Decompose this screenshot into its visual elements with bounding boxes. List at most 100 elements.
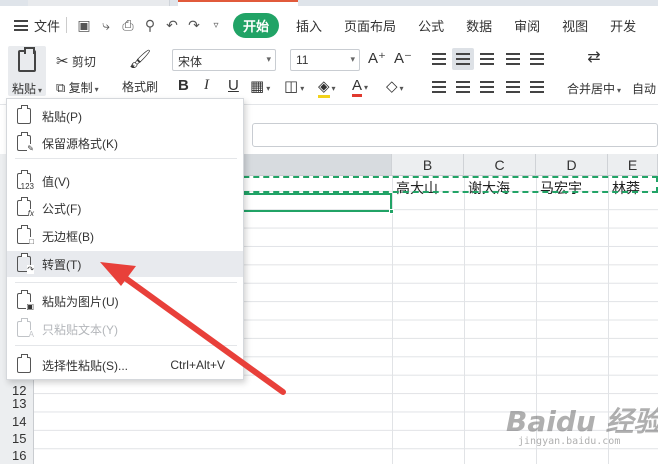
- undo-icon[interactable]: ↶: [161, 17, 183, 34]
- paste-values-icon: 123: [17, 170, 34, 191]
- print-icon[interactable]: ⎙: [117, 17, 139, 34]
- cut-button[interactable]: ✂ 剪切: [56, 52, 96, 70]
- menu-item-paste[interactable]: 粘贴(P): [7, 103, 243, 129]
- justify-icon[interactable]: [502, 76, 524, 98]
- strikethrough-icon[interactable]: ◫ ▾: [284, 77, 304, 95]
- align-right-icon[interactable]: [476, 76, 498, 98]
- menu-item-label: 无边框(B): [42, 229, 94, 244]
- row-header-13[interactable]: 13: [0, 396, 34, 411]
- menu-item-label: 保留源格式(K): [42, 136, 118, 151]
- formula-input[interactable]: [252, 123, 658, 147]
- font-name-value: 宋体: [178, 55, 203, 69]
- align-middle-icon[interactable]: [452, 48, 474, 70]
- redo-icon[interactable]: ↷: [183, 17, 205, 34]
- menu-item-label: 粘贴(P): [42, 109, 82, 124]
- paste-icon: [17, 105, 31, 124]
- fill-color-icon[interactable]: ◈ ▾: [318, 77, 336, 98]
- tab-data[interactable]: 数据: [455, 16, 503, 35]
- merge-icon: ⇄: [587, 49, 601, 66]
- menu-divider: [15, 345, 237, 346]
- menu-item-formulas[interactable]: fx 公式(F): [7, 195, 243, 221]
- save-icon[interactable]: ▣: [73, 17, 95, 34]
- align-top-icon[interactable]: [428, 48, 450, 70]
- tab-developer[interactable]: 开发: [599, 16, 647, 35]
- menu-item-paste-special[interactable]: 选择性粘贴(S)... Ctrl+Alt+V: [7, 352, 243, 378]
- chevron-down-icon: ▾: [350, 54, 355, 64]
- paste-formula-icon: fx: [17, 197, 34, 218]
- italic-button[interactable]: I: [204, 77, 209, 94]
- chevron-down-icon: ▾: [266, 54, 271, 64]
- menu-item-label: 只粘贴文本(Y): [42, 322, 118, 337]
- font-color-icon[interactable]: A ▾: [352, 77, 368, 97]
- menu-item-transpose[interactable]: ↷ 转置(T): [7, 251, 243, 277]
- grow-font-button[interactable]: A⁺: [368, 49, 386, 67]
- menu-item-label: 转置(T): [42, 257, 82, 272]
- tab-view[interactable]: 视图: [551, 16, 599, 35]
- format-painter-label: 格式刷: [121, 80, 158, 94]
- no-border-icon: □: [17, 225, 34, 246]
- font-size-select[interactable]: 11 ▾: [290, 49, 360, 71]
- divider: [66, 17, 68, 33]
- align-left-icon[interactable]: [428, 76, 450, 98]
- scissors-icon: ✂: [56, 53, 69, 70]
- column-header-d[interactable]: D: [536, 154, 608, 176]
- format-icon[interactable]: ⤷: [95, 17, 117, 34]
- font-name-select[interactable]: 宋体 ▾: [172, 49, 276, 71]
- cut-label: 剪切: [71, 55, 96, 69]
- fill-handle[interactable]: [389, 209, 394, 214]
- keep-format-icon: ✎: [17, 132, 34, 153]
- auto-wrap-label: 自动: [632, 82, 657, 96]
- column-header-e[interactable]: E: [608, 154, 658, 176]
- transpose-icon: ↷: [17, 253, 34, 274]
- menu-item-paste-as-picture[interactable]: ▣ 粘贴为图片(U): [7, 288, 243, 314]
- paste-picture-icon: ▣: [17, 290, 34, 311]
- tab-formulas[interactable]: 公式: [407, 16, 455, 35]
- watermark: Baidu 经验 jingyan.baidu.com: [498, 400, 658, 460]
- tab-review[interactable]: 审阅: [503, 16, 551, 35]
- shrink-font-button[interactable]: A⁻: [394, 49, 412, 67]
- menu-item-no-borders[interactable]: □ 无边框(B): [7, 223, 243, 249]
- clipboard-icon: [18, 47, 36, 72]
- tab-page-layout[interactable]: 页面布局: [333, 16, 407, 35]
- border-icon[interactable]: ▦ ▾: [250, 77, 270, 95]
- column-header-c[interactable]: C: [464, 154, 536, 176]
- menu-item-label: 选择性粘贴(S)...: [42, 358, 128, 373]
- menu-item-label: 公式(F): [42, 201, 82, 216]
- brush-icon: 🖌: [128, 49, 152, 69]
- bold-button[interactable]: B: [178, 77, 189, 94]
- row-header-14[interactable]: 14: [0, 414, 34, 429]
- chevron-down-icon: ▾: [94, 85, 99, 94]
- menu-item-values[interactable]: 123 值(V): [7, 168, 243, 194]
- copy-button[interactable]: ⧉ 复制 ▾: [56, 79, 99, 96]
- print-preview-icon[interactable]: ⚲: [139, 17, 161, 34]
- menu-divider: [15, 158, 237, 159]
- column-header-b[interactable]: B: [392, 154, 464, 176]
- chevron-down-icon[interactable]: ▿: [205, 20, 227, 31]
- paste-special-icon: [17, 354, 31, 373]
- copy-label: 复制: [68, 81, 93, 95]
- gridline: [392, 176, 393, 464]
- merge-center-button[interactable]: ⇄ 合并居中 ▾: [566, 48, 622, 97]
- indent-increase-icon[interactable]: [526, 48, 548, 70]
- tab-home[interactable]: 开始: [233, 12, 280, 38]
- watermark-url: jingyan.baidu.com: [518, 436, 621, 447]
- row-header-15[interactable]: 15: [0, 431, 34, 446]
- underline-button[interactable]: U: [228, 77, 239, 94]
- ribbon: 粘贴 ▾ ✂ 剪切 ⧉ 复制 ▾ 🖌 格式刷 宋体 ▾ 11 ▾ A⁺ A⁻ B I…: [0, 44, 658, 104]
- distribute-icon[interactable]: [526, 76, 548, 98]
- align-bottom-icon[interactable]: [476, 48, 498, 70]
- indent-decrease-icon[interactable]: [502, 48, 524, 70]
- row-header-16[interactable]: 16: [0, 448, 34, 463]
- eraser-icon[interactable]: ◇ ▾: [386, 77, 404, 95]
- paste-button[interactable]: 粘贴 ▾: [8, 46, 46, 96]
- hamburger-icon: [14, 19, 28, 31]
- paste-label: 粘贴: [12, 82, 37, 96]
- file-menu-label: 文件: [34, 18, 61, 34]
- auto-wrap-button[interactable]: 自动: [632, 80, 656, 97]
- tab-insert[interactable]: 插入: [285, 16, 333, 35]
- align-center-icon[interactable]: [452, 76, 474, 98]
- format-painter-button[interactable]: 🖌 格式刷: [120, 48, 160, 98]
- menu-item-keep-source-format[interactable]: ✎ 保留源格式(K): [7, 130, 243, 156]
- paste-text-icon: A: [17, 318, 34, 339]
- file-menu[interactable]: 文件: [14, 16, 60, 35]
